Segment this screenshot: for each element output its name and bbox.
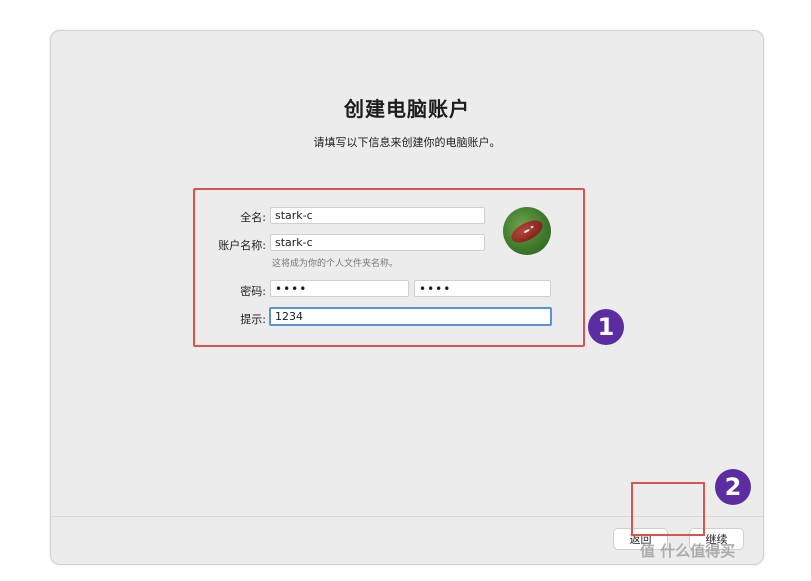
watermark: 值 什么值得买	[640, 540, 735, 561]
user-avatar[interactable]	[503, 207, 551, 255]
password-hint-field[interactable]	[269, 307, 552, 326]
account-name-label: 账户名称:	[218, 239, 266, 252]
fullname-label: 全名:	[240, 211, 266, 224]
verify-password-field[interactable]	[414, 280, 551, 297]
watermark-text: 值 什么值得买	[640, 542, 736, 560]
continue-highlight-box	[631, 482, 705, 536]
fullname-field[interactable]	[270, 207, 485, 224]
page-title: 创建电脑账户	[344, 97, 470, 121]
account-name-hint: 这将成为你的个人文件夹名称。	[272, 259, 399, 269]
annotation-badge-2: 2	[715, 469, 751, 505]
password-label: 密码:	[240, 285, 266, 298]
annotation-badge-1: 1	[588, 309, 624, 345]
account-name-field[interactable]	[270, 234, 485, 251]
football-icon	[507, 216, 547, 247]
page-subtitle: 请填写以下信息来创建你的电脑账户。	[313, 136, 501, 149]
password-hint-label: 提示:	[240, 313, 266, 326]
password-field[interactable]	[270, 280, 409, 297]
